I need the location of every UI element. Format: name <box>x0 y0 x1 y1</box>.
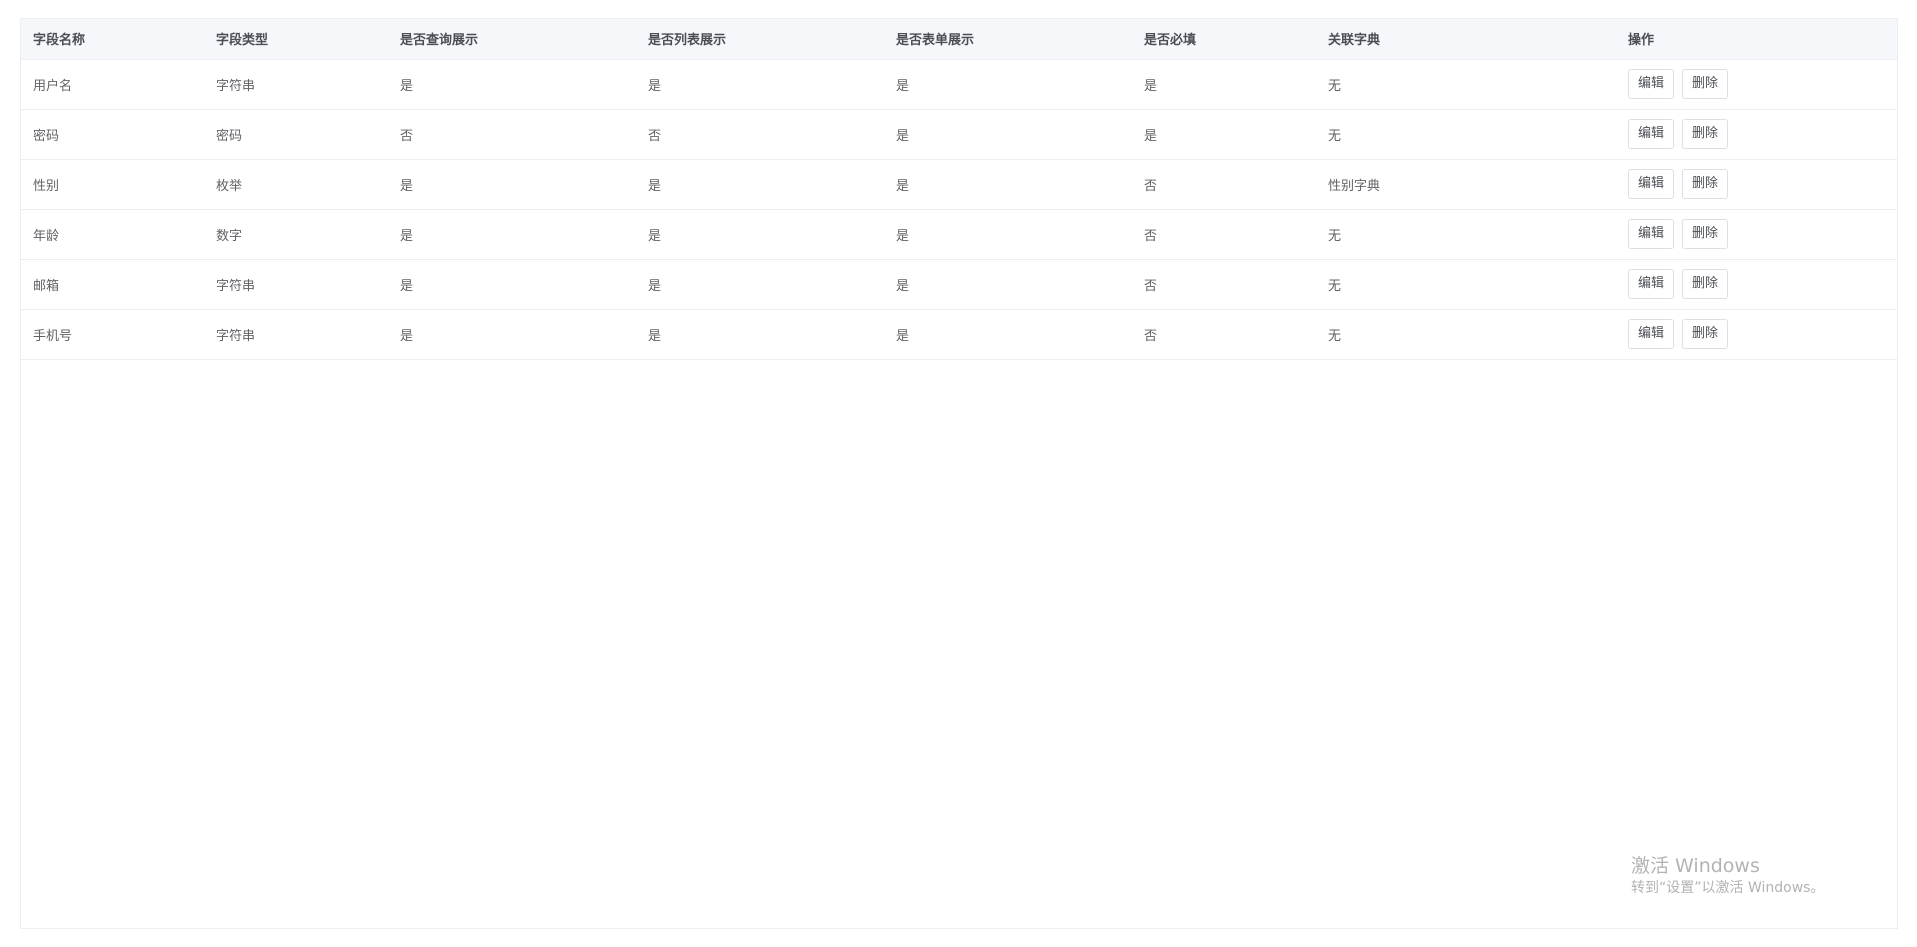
cell-form-display: 是 <box>884 209 1132 260</box>
cell-form-display: 是 <box>884 159 1132 210</box>
cell-list-display: 是 <box>636 309 884 360</box>
cell-query-display: 是 <box>388 59 636 110</box>
edit-button[interactable]: 编辑 <box>1628 219 1675 249</box>
field-config-table-card: 字段名称 字段类型 是否查询展示 是否列表展示 是否表单展示 是否必填 关联字典… <box>20 18 1898 929</box>
cell-actions: 编辑 删除 <box>1616 59 1897 110</box>
table-row: 性别 枚举 是 是 是 否 性别字典 编辑 删除 <box>21 159 1897 210</box>
cell-query-display: 否 <box>388 109 636 160</box>
cell-query-display: 是 <box>388 159 636 210</box>
cell-form-display: 是 <box>884 309 1132 360</box>
cell-field-type: 数字 <box>204 209 388 260</box>
cell-list-display: 是 <box>636 59 884 110</box>
cell-actions: 编辑 删除 <box>1616 259 1897 310</box>
cell-dict: 性别字典 <box>1316 159 1616 210</box>
cell-query-display: 是 <box>388 209 636 260</box>
table-row: 用户名 字符串 是 是 是 是 无 编辑 删除 <box>21 59 1897 110</box>
cell-field-name: 手机号 <box>21 309 204 360</box>
delete-button[interactable]: 删除 <box>1682 169 1729 199</box>
cell-dict: 无 <box>1316 209 1616 260</box>
column-header-required: 是否必填 <box>1132 19 1316 60</box>
table-header-row: 字段名称 字段类型 是否查询展示 是否列表展示 是否表单展示 是否必填 关联字典… <box>21 19 1897 60</box>
cell-field-name: 用户名 <box>21 59 204 110</box>
delete-button[interactable]: 删除 <box>1682 69 1729 99</box>
cell-actions: 编辑 删除 <box>1616 109 1897 160</box>
cell-field-name: 性别 <box>21 159 204 210</box>
table-row: 密码 密码 否 否 是 是 无 编辑 删除 <box>21 109 1897 160</box>
cell-field-type: 密码 <box>204 109 388 160</box>
cell-form-display: 是 <box>884 109 1132 160</box>
cell-query-display: 是 <box>388 309 636 360</box>
column-header-dict: 关联字典 <box>1316 19 1616 60</box>
cell-required: 否 <box>1132 309 1316 360</box>
column-header-query-display: 是否查询展示 <box>388 19 636 60</box>
edit-button[interactable]: 编辑 <box>1628 319 1675 349</box>
delete-button[interactable]: 删除 <box>1682 319 1729 349</box>
cell-required: 否 <box>1132 259 1316 310</box>
cell-field-name: 年龄 <box>21 209 204 260</box>
field-config-table: 字段名称 字段类型 是否查询展示 是否列表展示 是否表单展示 是否必填 关联字典… <box>21 19 1897 360</box>
table-row: 年龄 数字 是 是 是 否 无 编辑 删除 <box>21 209 1897 260</box>
cell-dict: 无 <box>1316 309 1616 360</box>
column-header-field-type: 字段类型 <box>204 19 388 60</box>
cell-dict: 无 <box>1316 59 1616 110</box>
edit-button[interactable]: 编辑 <box>1628 169 1675 199</box>
cell-required: 否 <box>1132 159 1316 210</box>
cell-required: 是 <box>1132 59 1316 110</box>
cell-list-display: 是 <box>636 259 884 310</box>
cell-list-display: 是 <box>636 159 884 210</box>
cell-list-display: 否 <box>636 109 884 160</box>
edit-button[interactable]: 编辑 <box>1628 269 1675 299</box>
table-row: 手机号 字符串 是 是 是 否 无 编辑 删除 <box>21 309 1897 360</box>
delete-button[interactable]: 删除 <box>1682 269 1729 299</box>
cell-actions: 编辑 删除 <box>1616 209 1897 260</box>
cell-required: 是 <box>1132 109 1316 160</box>
cell-form-display: 是 <box>884 259 1132 310</box>
cell-field-name: 邮箱 <box>21 259 204 310</box>
column-header-form-display: 是否表单展示 <box>884 19 1132 60</box>
cell-field-type: 字符串 <box>204 259 388 310</box>
edit-button[interactable]: 编辑 <box>1628 69 1675 99</box>
cell-field-type: 字符串 <box>204 309 388 360</box>
cell-dict: 无 <box>1316 259 1616 310</box>
cell-dict: 无 <box>1316 109 1616 160</box>
delete-button[interactable]: 删除 <box>1682 219 1729 249</box>
cell-field-type: 字符串 <box>204 59 388 110</box>
edit-button[interactable]: 编辑 <box>1628 119 1675 149</box>
cell-query-display: 是 <box>388 259 636 310</box>
delete-button[interactable]: 删除 <box>1682 119 1729 149</box>
cell-form-display: 是 <box>884 59 1132 110</box>
cell-field-type: 枚举 <box>204 159 388 210</box>
table-row: 邮箱 字符串 是 是 是 否 无 编辑 删除 <box>21 259 1897 310</box>
column-header-field-name: 字段名称 <box>21 19 204 60</box>
cell-field-name: 密码 <box>21 109 204 160</box>
column-header-list-display: 是否列表展示 <box>636 19 884 60</box>
column-header-actions: 操作 <box>1616 19 1897 60</box>
cell-actions: 编辑 删除 <box>1616 309 1897 360</box>
cell-list-display: 是 <box>636 209 884 260</box>
cell-actions: 编辑 删除 <box>1616 159 1897 210</box>
cell-required: 否 <box>1132 209 1316 260</box>
